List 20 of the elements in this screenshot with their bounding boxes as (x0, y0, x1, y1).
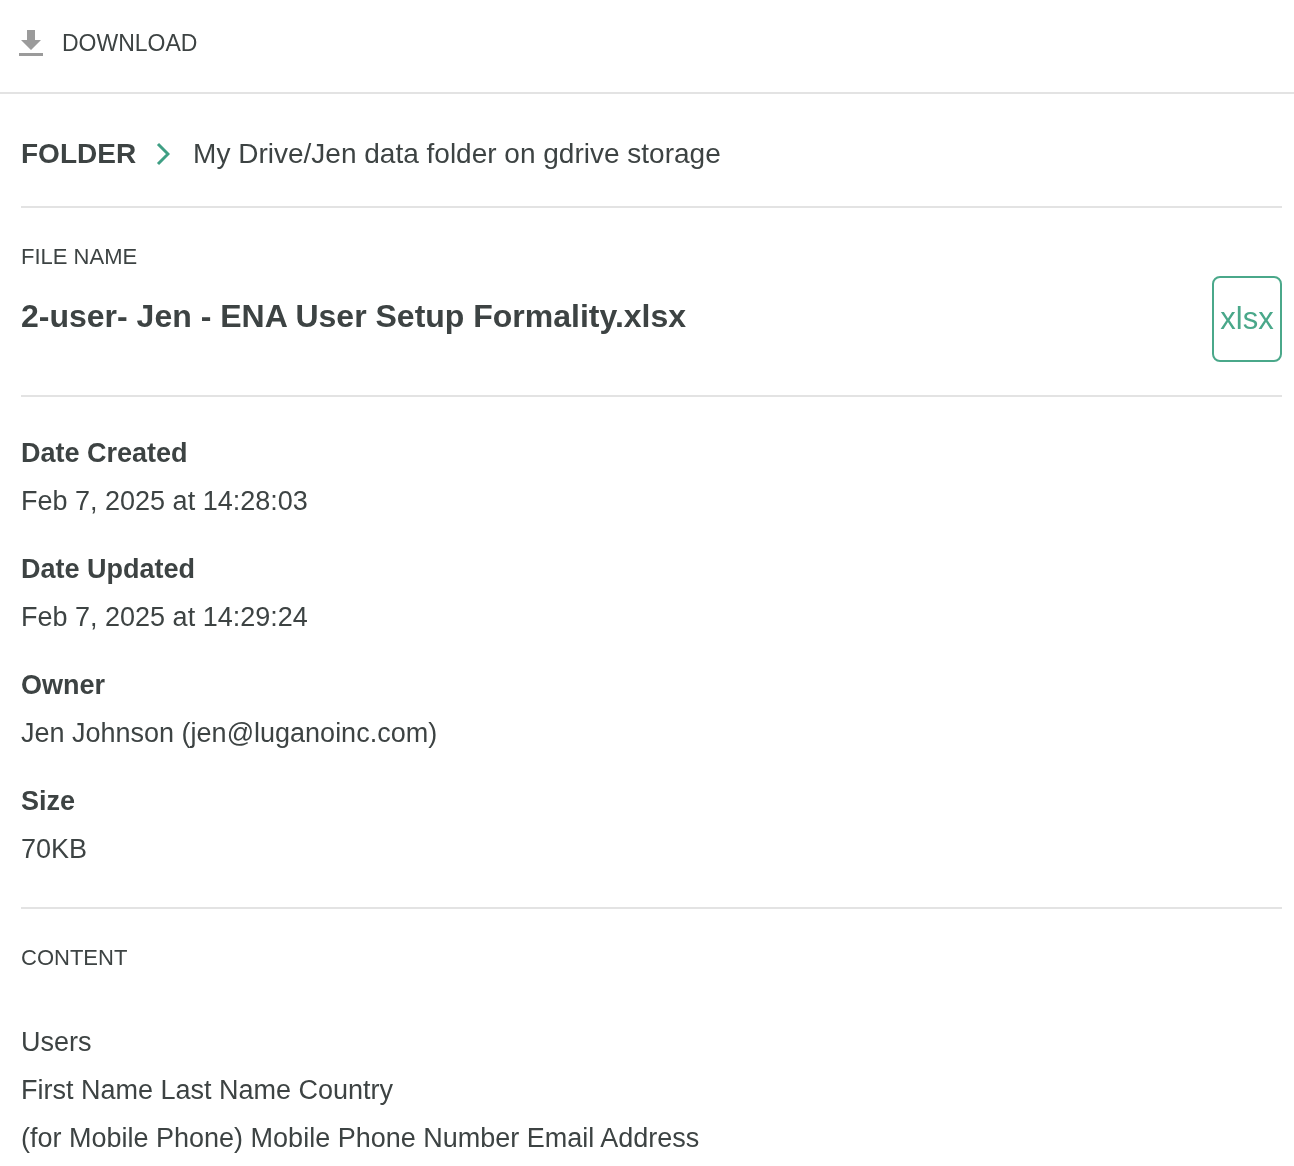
download-icon (19, 30, 43, 56)
detail-value: Feb 7, 2025 at 14:29:24 (21, 601, 309, 633)
file-name: 2-user- Jen - ENA User Setup Formality.xlsx (21, 298, 687, 335)
detail-value: Feb 7, 2025 at 14:28:03 (21, 485, 309, 517)
detail-label: Date Created (21, 437, 189, 469)
detail-label: Owner (21, 669, 107, 701)
detail-label: Date Updated (21, 553, 197, 585)
content-label: CONTENT (21, 945, 129, 971)
chevron-right-icon (156, 142, 171, 166)
content-line: First Name Last Name Country (21, 1074, 395, 1106)
folder-label: FOLDER (21, 138, 137, 170)
detail-label: Size (21, 785, 77, 817)
download-button[interactable]: DOWNLOAD (19, 29, 198, 57)
file-name-label: FILE NAME (21, 244, 139, 270)
detail-value: Jen Johnson (jen@luganoinc.com) (21, 717, 439, 749)
detail-value: 70KB (21, 833, 89, 865)
folder-path: My Drive/Jen data folder on gdrive storage (193, 138, 721, 170)
content-line: Users (21, 1026, 93, 1058)
file-type-badge: xlsx (1212, 276, 1282, 362)
content-line: (for Mobile Phone) Mobile Phone Number Email Address (21, 1122, 701, 1154)
